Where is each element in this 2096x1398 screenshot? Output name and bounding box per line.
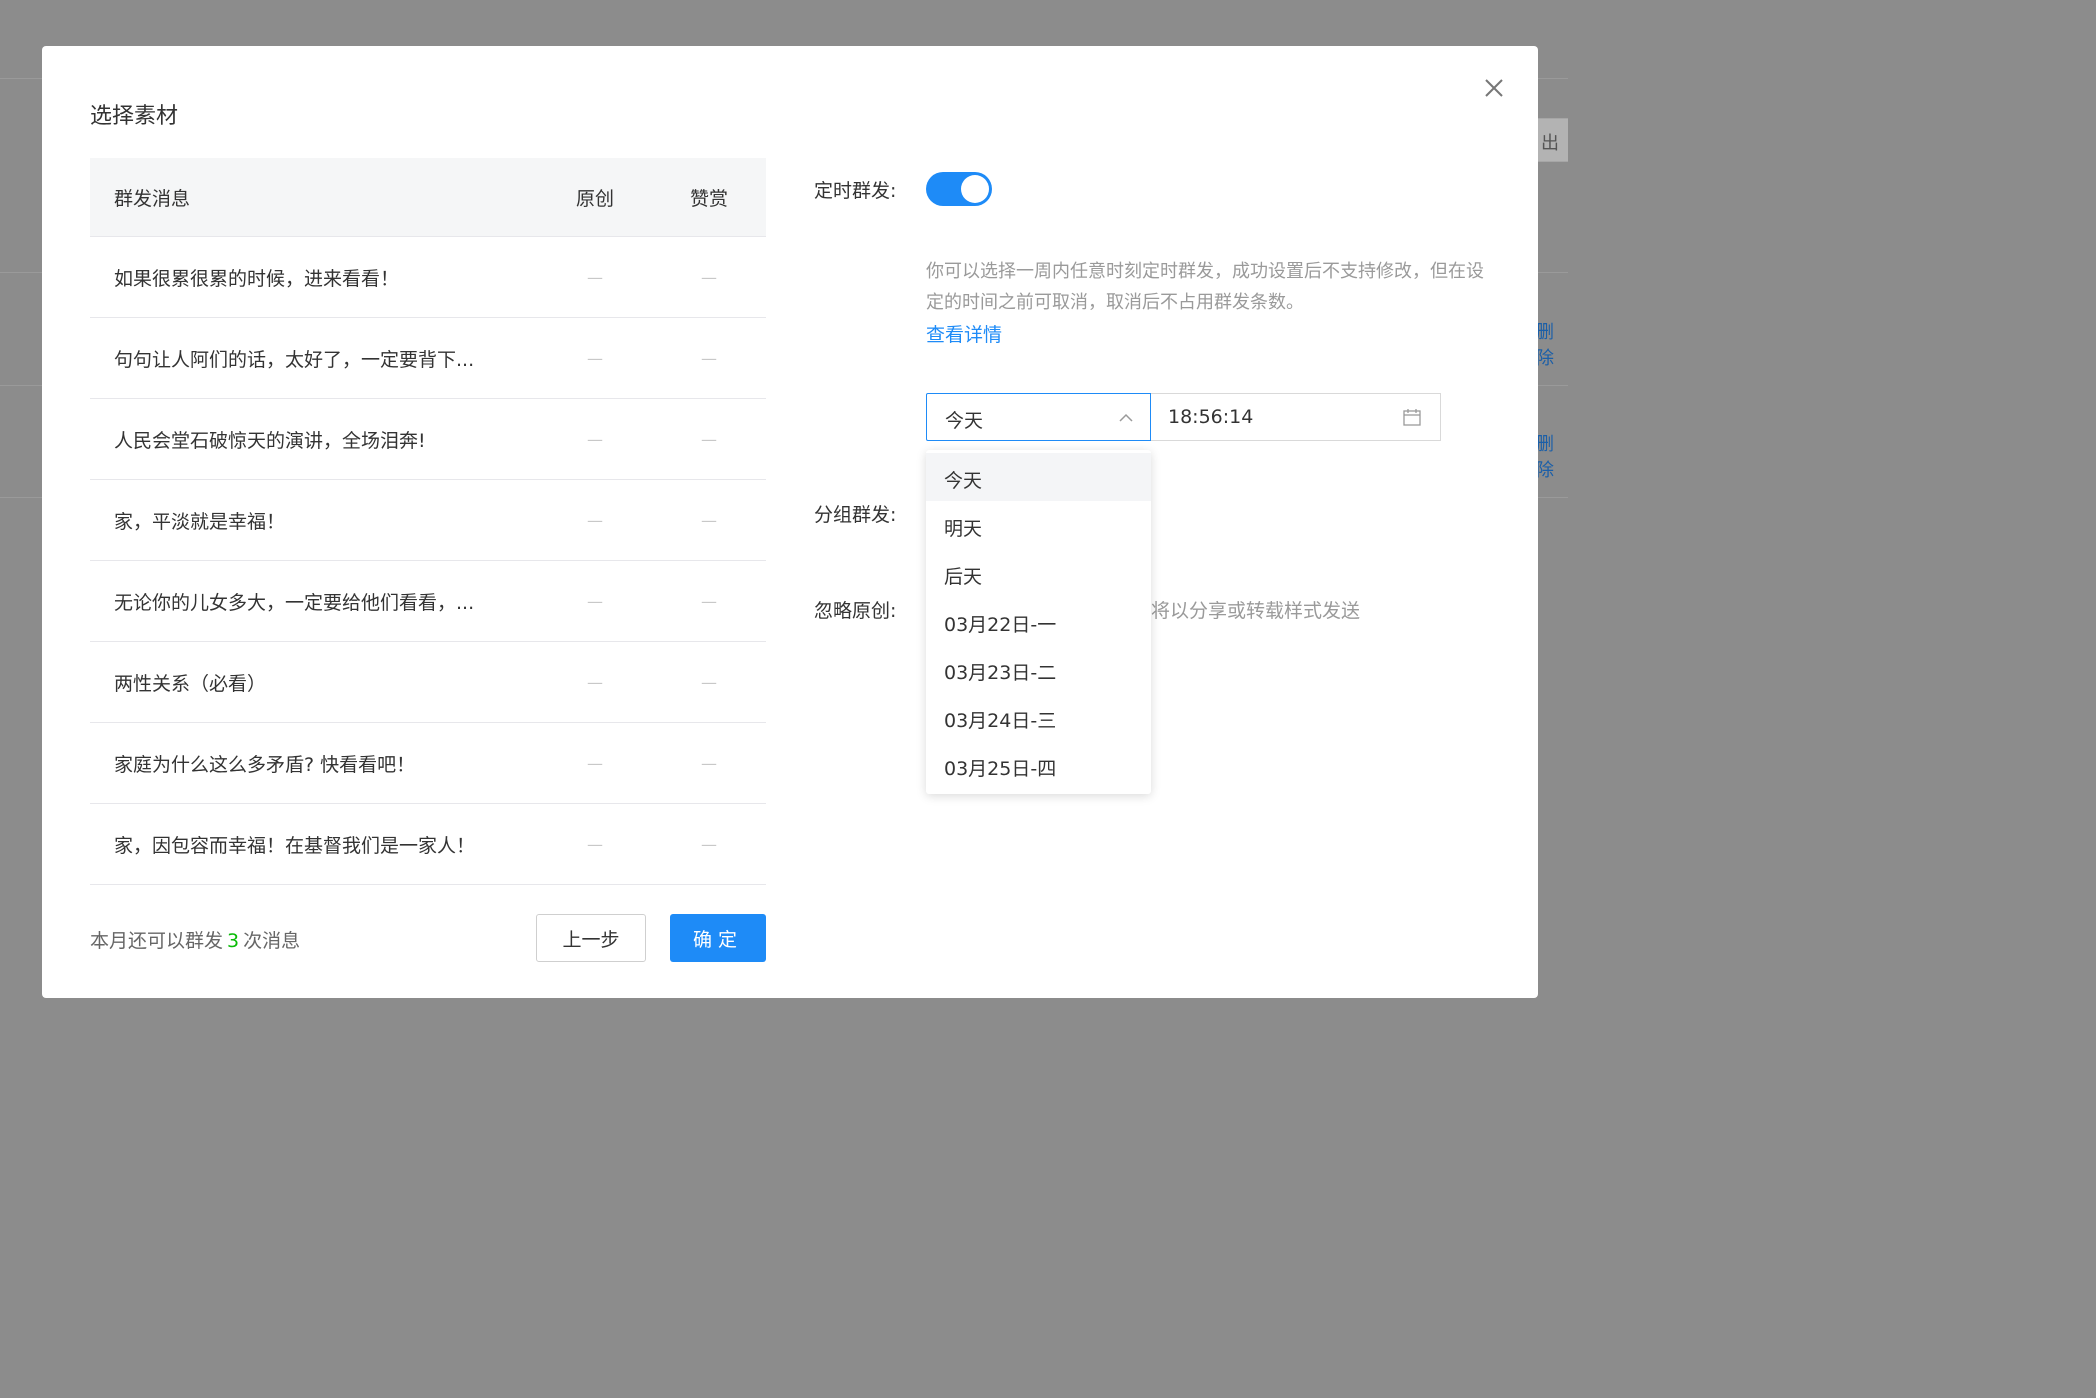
- confirm-button[interactable]: 确定: [670, 914, 766, 962]
- date-option-today[interactable]: 今天: [926, 453, 1151, 501]
- chevron-up-icon: [1119, 413, 1133, 422]
- message-title: 无论你的儿女多大，一定要给他们看看，...: [114, 591, 475, 614]
- date-option-day-after[interactable]: 后天: [926, 549, 1151, 597]
- praise-value: —: [701, 267, 717, 287]
- date-option[interactable]: 03月24日-三: [926, 693, 1151, 741]
- group-send-label: 分组群发:: [814, 504, 897, 526]
- ignore-original-hint: 将以分享或转载样式发送: [1151, 600, 1361, 622]
- original-value: —: [587, 591, 603, 611]
- time-input[interactable]: 18:56:14: [1151, 393, 1441, 441]
- original-value: —: [587, 753, 603, 773]
- scheduled-description: 你可以选择一周内任意时刻定时群发，成功设置后不支持修改，但在设定的时间之前可取消…: [926, 261, 1484, 313]
- praise-value: —: [701, 834, 717, 854]
- message-title: 句句让人阿们的话，太好了，一定要背下...: [114, 348, 475, 371]
- note-suffix: 次消息: [243, 930, 301, 952]
- close-button[interactable]: [1480, 74, 1508, 102]
- background-delete-link: 删除: [1536, 434, 1554, 481]
- table-row[interactable]: 人民会堂石破惊天的演讲，全场泪奔! — —: [90, 399, 766, 480]
- scheduled-send-label: 定时群发:: [814, 180, 897, 202]
- header-original: 原创: [575, 187, 614, 210]
- praise-value: —: [701, 510, 717, 530]
- message-title: 家，平淡就是幸福！: [114, 510, 286, 533]
- original-value: —: [587, 429, 603, 449]
- view-details-link[interactable]: 查看详情: [926, 320, 1002, 347]
- date-select-value: 今天: [945, 410, 984, 432]
- message-title: 人民会堂石破惊天的演讲，全场泪奔!: [114, 429, 426, 452]
- message-title: 两性关系（必看）: [114, 672, 267, 695]
- note-prefix: 本月还可以群发: [90, 930, 224, 952]
- original-value: —: [587, 510, 603, 530]
- date-option[interactable]: 03月22日-一: [926, 597, 1151, 645]
- date-select[interactable]: 今天: [926, 393, 1151, 441]
- praise-value: —: [701, 429, 717, 449]
- table-row[interactable]: 家，平淡就是幸福！ — —: [90, 480, 766, 561]
- date-option[interactable]: 03月25日-四: [926, 741, 1151, 789]
- original-value: —: [587, 267, 603, 287]
- scheduled-send-toggle[interactable]: [926, 172, 992, 206]
- praise-value: —: [701, 753, 717, 773]
- remaining-count: 3: [227, 930, 240, 952]
- previous-step-button[interactable]: 上一步: [536, 914, 646, 962]
- background-delete-link: 删除: [1536, 322, 1554, 369]
- praise-value: —: [701, 672, 717, 692]
- table-row[interactable]: 家庭为什么这么多矛盾? 快看看吧！ — —: [90, 723, 766, 804]
- date-option[interactable]: 03月23日-二: [926, 645, 1151, 693]
- toggle-knob: [961, 175, 989, 203]
- message-title: 家，因包容而幸福！在基督我们是一家人！: [114, 834, 476, 857]
- message-title: 如果很累很累的时候，进来看看！: [114, 267, 400, 290]
- select-material-modal: 选择素材 群发消息 原创 赞赏 如果很累很累的时候，进来看看！ — — 句句让人…: [42, 46, 1538, 998]
- background-edge-button: 出: [1534, 118, 1568, 162]
- praise-value: —: [701, 348, 717, 368]
- message-title: 家庭为什么这么多矛盾? 快看看吧！: [114, 753, 416, 776]
- header-message: 群发消息: [114, 187, 191, 210]
- original-value: —: [587, 348, 603, 368]
- original-value: —: [587, 834, 603, 854]
- table-row[interactable]: 如果很累很累的时候，进来看看！ — —: [90, 237, 766, 318]
- original-value: —: [587, 672, 603, 692]
- modal-title: 选择素材: [90, 104, 179, 129]
- message-table: 群发消息 原创 赞赏 如果很累很累的时候，进来看看！ — — 句句让人阿们的话，…: [90, 158, 766, 885]
- header-praise: 赞赏: [689, 187, 728, 210]
- calendar-icon: [1403, 409, 1421, 426]
- time-input-value: 18:56:14: [1168, 406, 1254, 428]
- remaining-count-note: 本月还可以群发 3 次消息: [90, 926, 300, 953]
- date-dropdown: 今天 明天 后天 03月22日-一 03月23日-二 03月24日-三 03月2…: [926, 450, 1151, 794]
- table-row[interactable]: 两性关系（必看） — —: [90, 642, 766, 723]
- table-row[interactable]: 家，因包容而幸福！在基督我们是一家人！ — —: [90, 804, 766, 885]
- ignore-original-label: 忽略原创:: [814, 600, 897, 622]
- table-header: 群发消息 原创 赞赏: [90, 158, 766, 237]
- table-row[interactable]: 无论你的儿女多大，一定要给他们看看，... — —: [90, 561, 766, 642]
- date-option-tomorrow[interactable]: 明天: [926, 501, 1151, 549]
- close-icon: [1485, 79, 1503, 97]
- praise-value: —: [701, 591, 717, 611]
- table-row[interactable]: 句句让人阿们的话，太好了，一定要背下... — —: [90, 318, 766, 399]
